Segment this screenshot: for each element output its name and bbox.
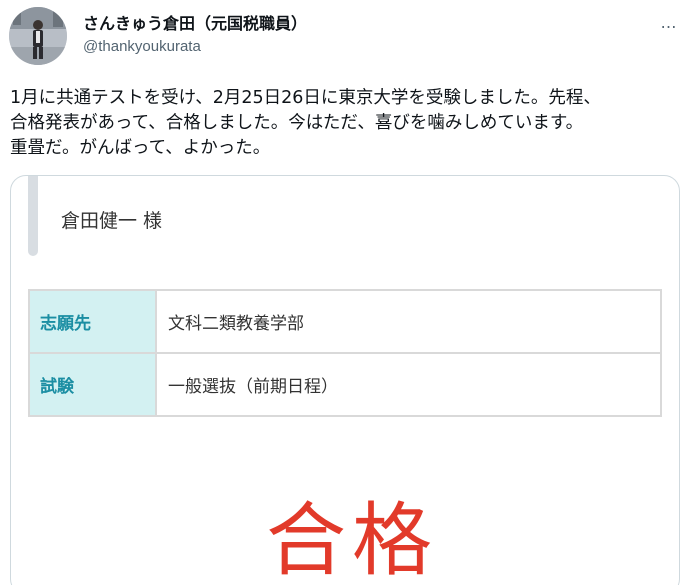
more-options-icon[interactable]: … bbox=[654, 10, 684, 34]
display-name[interactable]: さんきゅう倉田（元国税職員） bbox=[83, 10, 307, 34]
recipient-name: 倉田健一 様 bbox=[61, 210, 163, 232]
row-label: 試験 bbox=[28, 352, 157, 417]
result-text: 合格 bbox=[266, 494, 438, 585]
card-accent-bar bbox=[28, 176, 38, 256]
attached-image-card[interactable]: 倉田健一 様 志願先 文科二類教養学部 試験 一般選抜（前期日程） 合格 bbox=[10, 175, 680, 585]
row-value: 文科二類教養学部 bbox=[155, 289, 662, 354]
table-row: 試験 一般選抜（前期日程） bbox=[28, 352, 662, 417]
exam-info-table: 志願先 文科二類教養学部 試験 一般選抜（前期日程） bbox=[28, 289, 662, 417]
tweet-text-line: 重畳だ。がんばって、よかった。 bbox=[10, 138, 271, 158]
tweet-text: 1月に共通テストを受け、2月25日26日に東京大学を受験しました。先程、 合格発… bbox=[10, 86, 695, 161]
avatar[interactable] bbox=[9, 7, 67, 65]
tweet-text-line: 合格発表があって、合格しました。今はただ、喜びを噛みしめています。 bbox=[10, 113, 584, 133]
table-row: 志願先 文科二類教養学部 bbox=[28, 289, 662, 354]
user-handle[interactable]: @thankyoukurata bbox=[83, 38, 201, 55]
row-value: 一般選抜（前期日程） bbox=[155, 352, 662, 417]
tweet: さんきゅう倉田（元国税職員） @thankyoukurata … 1月に共通テス… bbox=[0, 0, 700, 585]
row-label: 志願先 bbox=[28, 289, 157, 354]
tweet-text-line: 1月に共通テストを受け、2月25日26日に東京大学を受験しました。先程、 bbox=[10, 88, 601, 108]
avatar-photo-icon bbox=[9, 7, 67, 65]
